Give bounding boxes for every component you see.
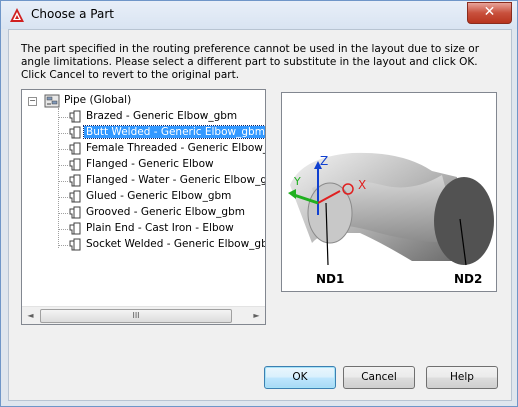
scroll-left-icon[interactable]: ◄ xyxy=(22,307,39,324)
tree-branch xyxy=(58,229,68,230)
title-bar[interactable]: Choose a Part ✕ xyxy=(1,1,517,29)
tree-item-label: Female Threaded - Generic Elbow_gb xyxy=(86,142,265,154)
nd1-label: ND1 xyxy=(316,272,344,286)
cancel-button[interactable]: Cancel xyxy=(343,366,415,389)
tree-item-label: Flanged - Water - Generic Elbow_gbr xyxy=(86,174,265,186)
scroll-thumb[interactable]: III xyxy=(40,309,232,323)
tree-root-pipe[interactable]: − Pipe (Global) xyxy=(26,93,226,109)
elbow-part-icon xyxy=(69,238,81,251)
horizontal-scrollbar[interactable]: ◄ III ► xyxy=(22,306,265,324)
tree-branch xyxy=(58,181,68,182)
pipe-folder-icon xyxy=(44,94,60,108)
tree-branch xyxy=(58,133,68,134)
help-button[interactable]: Help xyxy=(426,366,498,389)
elbow-part-icon xyxy=(69,158,81,171)
part-tree[interactable]: − Pipe (Global) Brazed - Generic Elbow_g… xyxy=(21,89,266,325)
collapse-icon[interactable]: − xyxy=(28,97,37,106)
instruction-message: The part specified in the routing prefer… xyxy=(21,43,480,81)
tree-branch xyxy=(58,149,68,150)
part-tree-content: − Pipe (Global) Brazed - Generic Elbow_g… xyxy=(22,90,265,304)
axis-y-label: Y xyxy=(293,175,301,188)
close-icon: ✕ xyxy=(483,4,496,20)
scroll-right-icon[interactable]: ► xyxy=(248,307,265,324)
elbow-part-icon xyxy=(69,190,81,203)
tree-connector-line xyxy=(58,108,59,248)
autocad-logo-icon xyxy=(10,8,24,22)
tree-item-label: Brazed - Generic Elbow_gbm xyxy=(86,110,238,122)
axis-x-label: X xyxy=(358,178,366,192)
nd2-label: ND2 xyxy=(454,272,482,286)
elbow-part-icon xyxy=(69,206,81,219)
choose-part-dialog: Choose a Part ✕ The part specified in th… xyxy=(0,0,518,407)
tree-item-label: Butt Welded - Generic Elbow_gbm xyxy=(83,125,265,139)
axis-z-label: Z xyxy=(320,154,328,168)
tree-branch xyxy=(58,245,68,246)
ok-button[interactable]: OK xyxy=(264,366,336,389)
close-button[interactable]: ✕ xyxy=(467,2,512,24)
tree-branch xyxy=(58,197,68,198)
tree-item-label: Socket Welded - Generic Elbow_gbm xyxy=(86,238,265,250)
tree-branch xyxy=(58,117,68,118)
tree-item-label: Plain End - Cast Iron - Elbow xyxy=(86,222,234,234)
tree-item-label: Flanged - Generic Elbow xyxy=(86,158,214,170)
tree-item-label: Grooved - Generic Elbow_gbm xyxy=(86,206,245,218)
elbow-part-icon xyxy=(69,222,81,235)
elbow-preview-image: Z X Y ND1 ND2 xyxy=(288,152,494,286)
elbow-part-icon xyxy=(69,174,81,187)
elbow-part-icon xyxy=(69,110,81,123)
part-preview: Z X Y ND1 ND2 xyxy=(281,92,497,292)
window-title: Choose a Part xyxy=(31,7,114,21)
elbow-part-icon xyxy=(69,126,81,139)
elbow-part-icon xyxy=(69,142,81,155)
tree-item-label: Glued - Generic Elbow_gbm xyxy=(86,190,232,202)
tree-branch xyxy=(58,165,68,166)
dialog-body: The part specified in the routing prefer… xyxy=(8,29,512,401)
tree-root-label: Pipe (Global) xyxy=(64,94,132,106)
tree-branch xyxy=(58,213,68,214)
